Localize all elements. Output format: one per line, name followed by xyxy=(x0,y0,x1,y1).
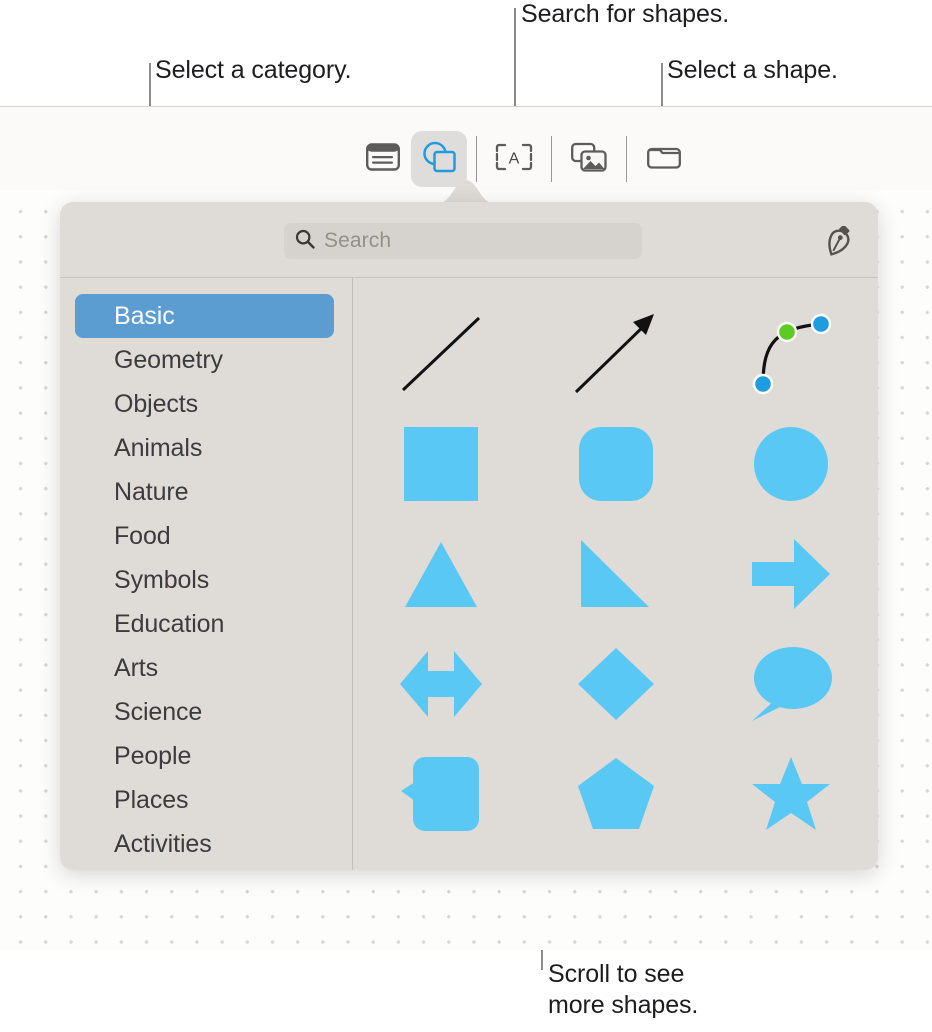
arrow-line-shape[interactable] xyxy=(528,299,703,409)
media-icon xyxy=(571,142,607,177)
annotation-select-shape: Select a shape. xyxy=(667,55,838,86)
annotation-select-category: Select a category. xyxy=(155,55,351,86)
toolbar-separator-3 xyxy=(626,136,627,182)
sidebar-item-science[interactable]: Science xyxy=(75,690,334,734)
sidebar-item-animals[interactable]: Animals xyxy=(75,426,334,470)
toolbar-item-table[interactable] xyxy=(355,131,411,187)
annotation-search-shapes: Search for shapes. xyxy=(521,0,729,30)
line-shape[interactable] xyxy=(353,299,528,409)
diamond-shape[interactable] xyxy=(528,629,703,739)
sidebar-item-label: Geometry xyxy=(114,346,223,375)
star-shape[interactable] xyxy=(703,739,878,849)
sidebar-item-places[interactable]: Places xyxy=(75,778,334,822)
comment-icon xyxy=(647,143,681,176)
pentagon-shape[interactable] xyxy=(528,739,703,849)
sidebar-item-geometry[interactable]: Geometry xyxy=(75,338,334,382)
popover-arrow xyxy=(437,178,495,204)
sidebar-item-label: Places xyxy=(114,786,188,815)
shapes-library-popover: Search Basic Geometry Objects Animals Na… xyxy=(60,202,878,870)
shapes-grid xyxy=(353,277,878,870)
svg-text:A: A xyxy=(509,150,520,167)
screenshot-root: Select a category. Search for shapes. Se… xyxy=(0,0,932,1032)
sidebar-item-label: Science xyxy=(114,698,202,727)
sidebar-item-basic[interactable]: Basic xyxy=(75,294,334,338)
table-icon xyxy=(366,142,400,177)
toolbar-separator-1 xyxy=(476,136,477,182)
popover-header: Search xyxy=(60,202,878,277)
category-sidebar: Basic Geometry Objects Animals Nature Fo… xyxy=(60,277,352,870)
shapes-row xyxy=(353,519,878,629)
right-triangle-shape[interactable] xyxy=(528,519,703,629)
draw-with-pen-button[interactable] xyxy=(815,222,861,266)
triangle-shape[interactable] xyxy=(353,519,528,629)
sidebar-item-food[interactable]: Food xyxy=(75,514,334,558)
square-shape[interactable] xyxy=(353,409,528,519)
sidebar-item-label: People xyxy=(114,742,191,771)
text-box-icon: A xyxy=(495,143,533,176)
callout-shape[interactable] xyxy=(353,739,528,849)
search-input[interactable]: Search xyxy=(284,223,642,259)
sidebar-item-people[interactable]: People xyxy=(75,734,334,778)
sidebar-item-label: Nature xyxy=(114,478,188,507)
sidebar-item-label: Animals xyxy=(114,434,202,463)
speech-bubble-shape[interactable] xyxy=(703,629,878,739)
pen-nib-icon xyxy=(822,226,854,263)
sidebar-item-label: Arts xyxy=(114,654,158,683)
bezier-curve-shape[interactable] xyxy=(703,299,878,409)
shape-icon xyxy=(421,140,457,179)
search-icon xyxy=(295,229,315,254)
sidebar-item-objects[interactable]: Objects xyxy=(75,382,334,426)
sidebar-item-arts[interactable]: Arts xyxy=(75,646,334,690)
sidebar-item-activities[interactable]: Activities xyxy=(75,822,334,866)
annotation-scroll-more: Scroll to see more shapes. xyxy=(548,959,698,1021)
sidebar-item-symbols[interactable]: Symbols xyxy=(75,558,334,602)
sidebar-item-label: Activities xyxy=(114,830,212,859)
shapes-row xyxy=(353,409,878,519)
arrow-shape[interactable] xyxy=(703,519,878,629)
circle-shape[interactable] xyxy=(703,409,878,519)
toolbar-separator-2 xyxy=(551,136,552,182)
shapes-row xyxy=(353,739,878,849)
sidebar-item-label: Food xyxy=(114,522,171,551)
double-arrow-shape[interactable] xyxy=(353,629,528,739)
toolbar-item-comment[interactable] xyxy=(636,131,692,187)
shapes-row xyxy=(353,299,878,409)
shapes-row xyxy=(353,629,878,739)
sidebar-item-label: Education xyxy=(114,610,224,639)
search-placeholder: Search xyxy=(324,223,391,259)
rounded-square-shape[interactable] xyxy=(528,409,703,519)
sidebar-item-nature[interactable]: Nature xyxy=(75,470,334,514)
sidebar-item-education[interactable]: Education xyxy=(75,602,334,646)
sidebar-item-label: Basic xyxy=(114,302,175,331)
sidebar-item-label: Symbols xyxy=(114,566,209,595)
app-toolbar: A xyxy=(355,128,692,190)
sidebar-item-label: Objects xyxy=(114,390,198,419)
toolbar-item-media[interactable] xyxy=(561,131,617,187)
